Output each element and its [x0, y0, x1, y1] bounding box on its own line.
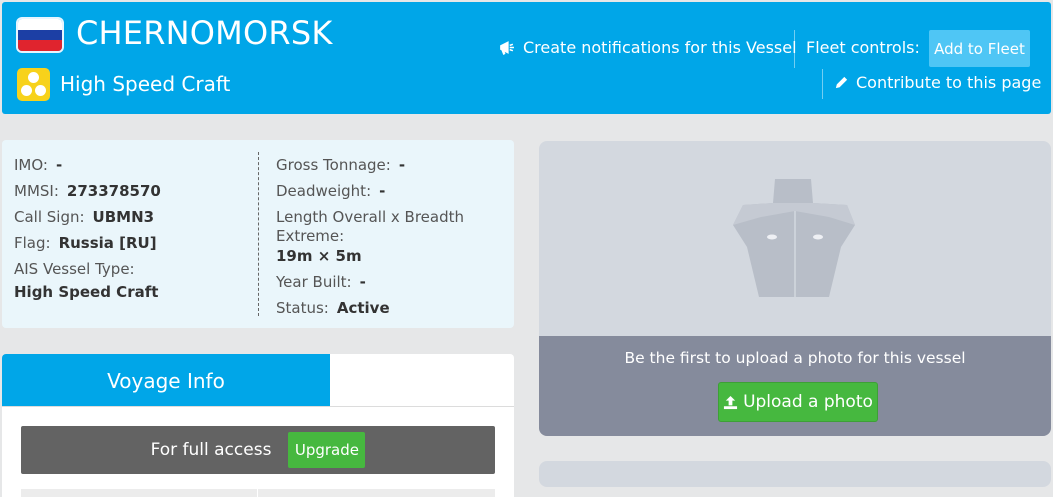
upload-photo-button[interactable]: Upload a photo [718, 382, 878, 422]
full-access-text: For full access [150, 440, 272, 460]
detail-flag: Flag: Russia [RU] [14, 234, 157, 252]
pencil-icon [835, 76, 848, 89]
add-to-fleet-button[interactable]: Add to Fleet [929, 30, 1030, 67]
detail-call-sign: Call Sign: UBMN3 [14, 208, 155, 226]
detail-deadweight: Deadweight: - [276, 182, 386, 200]
detail-status: Status: Active [276, 299, 390, 317]
upload-icon [724, 395, 738, 409]
voyage-table [21, 489, 495, 497]
table-cell-divider [257, 489, 258, 497]
photo-upload-area: Be the first to upload a photo for this … [539, 336, 1051, 436]
details-left-column: IMO: - MMSI: 273378570 Call Sign: UBMN3 Fla… [14, 152, 254, 302]
tab-underline [2, 406, 514, 407]
upgrade-button[interactable]: Upgrade [288, 432, 366, 468]
tab-voyage-info[interactable]: Voyage Info [2, 354, 330, 407]
contribute-link[interactable]: Contribute to this page [834, 73, 1041, 92]
create-notifications-label: Create notifications for this Vessel [523, 38, 797, 57]
vessel-header: CHERNOMORSK High Speed Craft Create noti… [2, 2, 1051, 114]
vessel-type-label: High Speed Craft [60, 72, 231, 96]
detail-ais-type: AIS Vessel Type: High Speed Craft [14, 260, 159, 301]
upload-prompt: Be the first to upload a photo for this … [624, 349, 966, 367]
details-right-column: Gross Tonnage: - Deadweight: - Length Over… [276, 152, 506, 321]
fleet-controls-label: Fleet controls: [806, 38, 920, 57]
detail-dimensions: Length Overall x Breadth Extreme: 19m × 5… [276, 208, 464, 265]
header-divider [822, 69, 823, 99]
vessel-details-panel: IMO: - MMSI: 273378570 Call Sign: UBMN3 Fla… [2, 140, 514, 328]
secondary-panel [539, 461, 1051, 487]
voyage-panel: Voyage Info For full access Upgrade [2, 354, 514, 497]
detail-mmsi: MMSI: 273378570 [14, 182, 161, 200]
detail-gross-tonnage: Gross Tonnage: - [276, 156, 406, 174]
detail-year-built: Year Built: - [276, 273, 366, 291]
contribute-label: Contribute to this page [856, 73, 1042, 92]
detail-imo: IMO: - [14, 156, 63, 174]
russia-flag-icon [18, 19, 62, 51]
propeller-icon [17, 68, 50, 101]
vessel-photo-panel: Be the first to upload a photo for this … [539, 141, 1051, 436]
details-divider [258, 152, 259, 316]
megaphone-icon [500, 41, 514, 55]
ship-placeholder-icon [733, 179, 855, 297]
vessel-name: CHERNOMORSK [76, 14, 333, 52]
upload-photo-label: Upload a photo [743, 392, 873, 412]
full-access-banner: For full access Upgrade [21, 426, 495, 474]
create-notifications-link[interactable]: Create notifications for this Vessel [498, 38, 797, 57]
header-divider [794, 30, 795, 68]
